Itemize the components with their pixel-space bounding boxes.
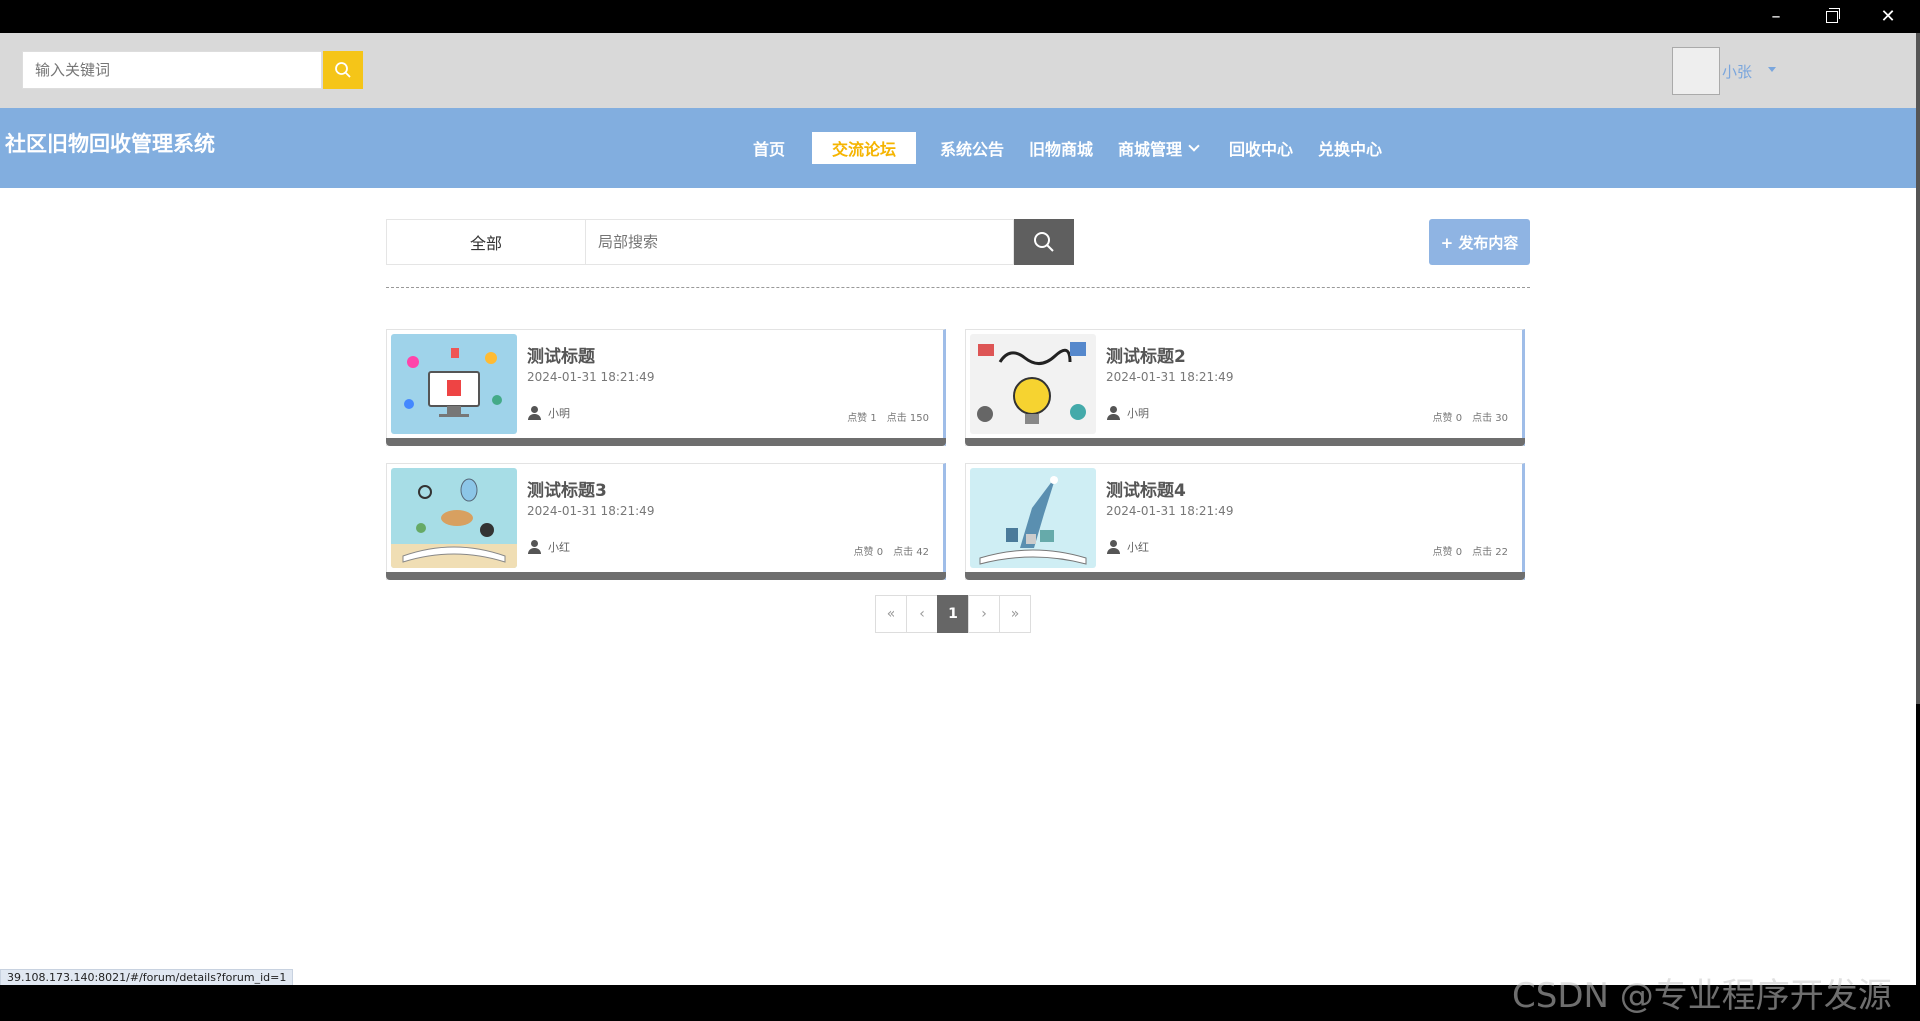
post-stats: 点赞 0 点击 22	[1423, 543, 1508, 558]
window-titlebar: – ✕	[0, 0, 1920, 33]
top-utility-bar: 小张	[0, 33, 1916, 108]
browser-viewport: 小张 社区旧物回收管理系统 首页 交流论坛 系统公告 旧物商城 商城管理 回收中…	[0, 33, 1916, 985]
caret-down-icon[interactable]	[1768, 67, 1776, 72]
nav-exchange-center[interactable]: 兑换中心	[1318, 108, 1382, 188]
like-count: 点赞 0	[1432, 413, 1463, 424]
status-bar-url: 39.108.173.140:8021/#/forum/details?foru…	[0, 969, 294, 985]
page-last-button[interactable]: »	[999, 595, 1031, 633]
click-count: 点击 42	[893, 547, 929, 558]
publish-button[interactable]: + 发布内容	[1429, 219, 1530, 265]
maximize-button[interactable]	[1804, 0, 1860, 33]
search-icon	[1034, 232, 1054, 252]
page-prev-button[interactable]: ‹	[906, 595, 938, 633]
post-title[interactable]: 测试标题3	[527, 476, 607, 501]
post-stats: 点赞 0 点击 42	[844, 543, 929, 558]
post-date: 2024-01-31 18:21:49	[1106, 504, 1234, 518]
close-icon: ✕	[1880, 6, 1896, 27]
search-icon	[335, 62, 351, 78]
post-thumbnail	[391, 334, 517, 434]
post-title[interactable]: 测试标题4	[1106, 476, 1186, 501]
nav-menu: 首页 交流论坛 系统公告 旧物商城 商城管理 回收中心 兑换中心	[0, 108, 1916, 188]
like-count: 点赞 1	[847, 413, 877, 424]
post-author: 小红	[527, 539, 570, 555]
click-count: 点击 150	[886, 413, 929, 424]
post-date: 2024-01-31 18:21:49	[1106, 370, 1234, 384]
post-card[interactable]: 测试标题3 2024-01-31 18:21:49 小红 点赞 0 点击 42	[386, 463, 946, 580]
post-title[interactable]: 测试标题2	[1106, 342, 1186, 367]
like-count: 点赞 0	[1432, 547, 1463, 558]
user-icon	[527, 406, 542, 420]
page-next-button[interactable]: ›	[968, 595, 1000, 633]
pagination: « ‹ 1 › »	[875, 595, 1031, 633]
click-count: 点击 30	[1472, 413, 1508, 424]
nav-forum[interactable]: 交流论坛	[812, 108, 917, 188]
click-count: 点击 22	[1472, 547, 1508, 558]
post-thumbnail	[391, 468, 517, 568]
minimize-icon: –	[1771, 6, 1781, 27]
local-search-button[interactable]	[1014, 219, 1074, 265]
user-icon	[1106, 406, 1121, 420]
post-author: 小明	[1106, 405, 1149, 421]
nav-recycle-center[interactable]: 回收中心	[1229, 108, 1293, 188]
post-author: 小明	[527, 405, 570, 421]
category-select[interactable]: 全部	[386, 219, 586, 265]
main-navbar: 社区旧物回收管理系统 首页 交流论坛 系统公告 旧物商城 商城管理 回收中心 兑…	[0, 108, 1916, 188]
user-name[interactable]: 小张	[1722, 61, 1752, 82]
nav-mall-management[interactable]: 商城管理	[1118, 108, 1200, 188]
watermark-text: CSDN @专业程序开发源	[1512, 976, 1892, 1016]
nav-home[interactable]: 首页	[753, 108, 785, 188]
post-date: 2024-01-31 18:21:49	[527, 370, 655, 384]
user-icon	[527, 540, 542, 554]
dashed-divider	[386, 287, 1530, 288]
like-count: 点赞 0	[853, 547, 884, 558]
post-card[interactable]: 测试标题 2024-01-31 18:21:49 小明 点赞 1 点击 150	[386, 329, 946, 446]
page-first-button[interactable]: «	[875, 595, 907, 633]
keyword-search-input[interactable]	[22, 51, 322, 89]
avatar[interactable]	[1672, 47, 1720, 95]
minimize-button[interactable]: –	[1748, 0, 1804, 33]
post-author: 小红	[1106, 539, 1149, 555]
page-current-button[interactable]: 1	[937, 595, 969, 633]
close-button[interactable]: ✕	[1860, 0, 1916, 33]
chevron-down-icon	[1188, 140, 1200, 152]
keyword-search-button[interactable]	[323, 51, 363, 89]
nav-secondhand-mall[interactable]: 旧物商城	[1029, 108, 1093, 188]
post-thumbnail	[970, 468, 1096, 568]
post-stats: 点赞 0 点击 30	[1423, 409, 1508, 424]
restore-icon	[1826, 7, 1840, 23]
local-search-input[interactable]	[586, 219, 1014, 265]
post-title[interactable]: 测试标题	[527, 342, 595, 367]
post-card[interactable]: 测试标题2 2024-01-31 18:21:49 小明 点赞 0 点击 30	[965, 329, 1525, 446]
post-thumbnail	[970, 334, 1096, 434]
scrollbar[interactable]	[1916, 33, 1920, 704]
post-card[interactable]: 测试标题4 2024-01-31 18:21:49 小红 点赞 0 点击 22	[965, 463, 1525, 580]
user-icon	[1106, 540, 1121, 554]
post-date: 2024-01-31 18:21:49	[527, 504, 655, 518]
post-stats: 点赞 1 点击 150	[837, 409, 929, 424]
nav-announcements[interactable]: 系统公告	[940, 108, 1004, 188]
